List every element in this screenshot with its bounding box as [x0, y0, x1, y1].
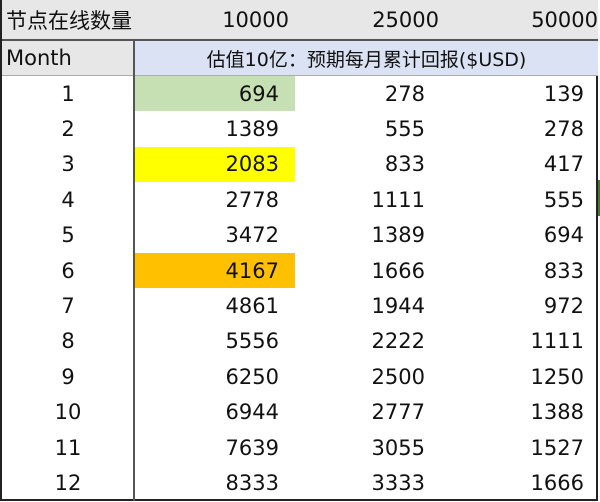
value-50000-cell[interactable]: 1250 [445, 359, 598, 394]
month-cell[interactable]: 5 [2, 218, 134, 253]
value-25000-cell[interactable]: 1111 [295, 182, 445, 217]
value-50000-cell[interactable]: 555 [445, 182, 598, 217]
value-25000-cell[interactable]: 1389 [295, 218, 445, 253]
month-cell[interactable]: 7 [2, 288, 134, 323]
node-count-header-row: 节点在线数量 10000 25000 50000 [2, 0, 598, 41]
month-cell[interactable]: 8 [2, 324, 134, 359]
spreadsheet-table: 节点在线数量 10000 25000 50000 Month 估值10亿：预期每… [0, 0, 600, 501]
table-row: 4 2778 1111 555 [2, 182, 598, 217]
table-row: 3 2083 833 417 [2, 146, 598, 183]
value-10000-cell[interactable]: 4167 [135, 253, 295, 289]
value-25000-cell[interactable]: 833 [295, 147, 445, 182]
value-10000-cell[interactable]: 4861 [135, 288, 295, 323]
value-25000-cell[interactable]: 2222 [295, 324, 445, 359]
table-row: 7 4861 1944 972 [2, 288, 598, 323]
value-50000-cell[interactable]: 139 [445, 76, 598, 111]
value-25000-cell[interactable]: 278 [295, 76, 445, 111]
subheader-row: Month 估值10亿：预期每月累计回报($USD) [2, 41, 598, 76]
month-cell[interactable]: 1 [2, 76, 134, 111]
table-row: 2 1389 555 278 [2, 111, 598, 146]
month-cell[interactable]: 3 [2, 147, 134, 182]
table-row: 5 3472 1389 694 [2, 218, 598, 253]
value-25000-cell[interactable]: 2777 [295, 395, 445, 430]
value-50000-cell[interactable]: 694 [445, 218, 598, 253]
value-50000-cell[interactable]: 278 [445, 111, 598, 146]
month-cell[interactable]: 11 [2, 430, 134, 465]
node-count-label[interactable]: 节点在线数量 [6, 0, 134, 39]
value-10000-cell[interactable]: 8333 [135, 465, 295, 500]
value-25000-cell[interactable]: 3333 [295, 465, 445, 500]
value-50000-cell[interactable]: 972 [445, 288, 598, 323]
value-10000-cell[interactable]: 6944 [135, 395, 295, 430]
value-25000-cell[interactable]: 555 [295, 111, 445, 146]
value-10000-cell[interactable]: 5556 [135, 324, 295, 359]
column-divider [133, 41, 135, 501]
value-10000-cell[interactable]: 3472 [135, 218, 295, 253]
value-10000-cell[interactable]: 2083 [135, 146, 295, 183]
value-10000-cell[interactable]: 694 [135, 76, 295, 112]
value-10000-cell[interactable]: 7639 [135, 430, 295, 465]
value-50000-cell[interactable]: 1388 [445, 395, 598, 430]
node-count-10000[interactable]: 10000 [135, 0, 295, 39]
table-row: 8 5556 2222 1111 [2, 324, 598, 359]
node-count-50000[interactable]: 50000 [445, 0, 598, 39]
value-50000-cell[interactable]: 1527 [445, 430, 598, 465]
value-10000-cell[interactable]: 6250 [135, 359, 295, 394]
table-row: 10 6944 2777 1388 [2, 395, 598, 430]
month-column-header[interactable]: Month [2, 41, 134, 76]
value-50000-cell[interactable]: 1111 [445, 324, 598, 359]
month-cell[interactable]: 6 [2, 253, 134, 288]
value-50000-cell[interactable]: 833 [445, 253, 598, 288]
table-row: 12 8333 3333 1666 [2, 465, 598, 500]
table-row: 9 6250 2500 1250 [2, 359, 598, 394]
value-25000-cell[interactable]: 3055 [295, 430, 445, 465]
month-cell[interactable]: 9 [2, 359, 134, 394]
month-cell[interactable]: 2 [2, 111, 134, 146]
month-cell[interactable]: 12 [2, 465, 134, 500]
value-50000-cell[interactable]: 417 [445, 147, 598, 182]
value-10000-cell[interactable]: 2778 [135, 182, 295, 217]
table-row: 6 4167 1666 833 [2, 253, 598, 289]
value-50000-cell[interactable]: 1666 [445, 465, 598, 500]
value-25000-cell[interactable]: 2500 [295, 359, 445, 394]
value-10000-cell[interactable]: 1389 [135, 111, 295, 146]
node-count-25000[interactable]: 25000 [295, 0, 445, 39]
table-row: 11 7639 3055 1527 [2, 430, 598, 465]
month-cell[interactable]: 4 [2, 182, 134, 217]
month-cell[interactable]: 10 [2, 395, 134, 430]
value-25000-cell[interactable]: 1944 [295, 288, 445, 323]
value-25000-cell[interactable]: 1666 [295, 253, 445, 288]
returns-merged-header[interactable]: 估值10亿：预期每月累计回报($USD) [135, 41, 598, 76]
table-row: 1 694 278 139 [2, 76, 598, 112]
